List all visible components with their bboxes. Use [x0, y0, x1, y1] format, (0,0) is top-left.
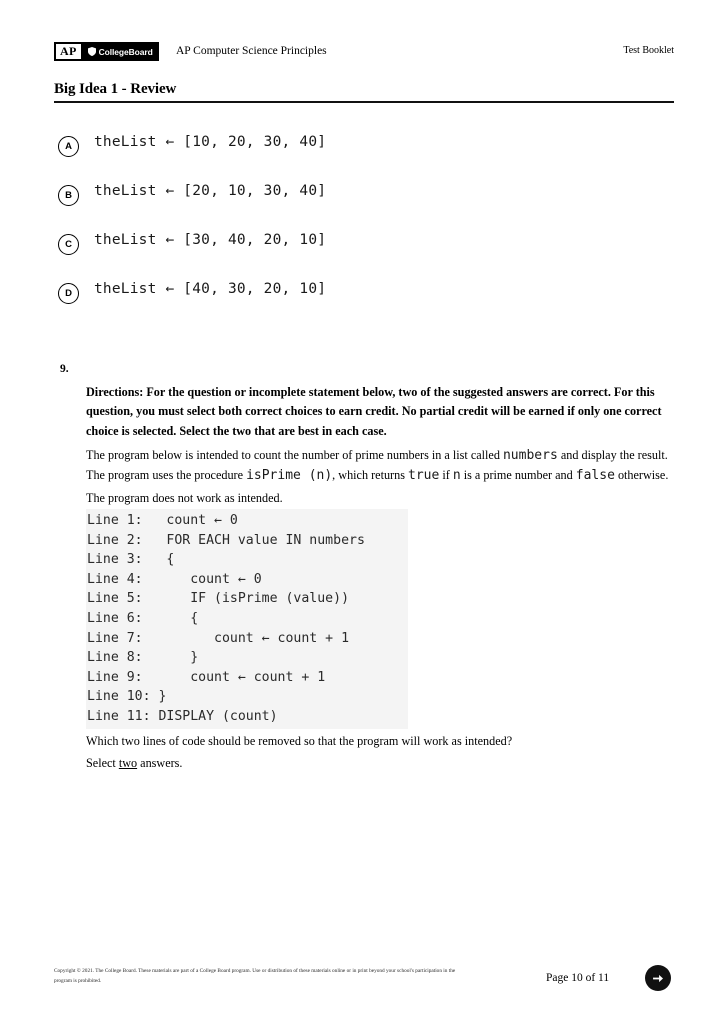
select-suffix: answers. — [137, 755, 183, 770]
code-line: Line 5: IF (isPrime (value)) — [87, 591, 350, 607]
code-line: Line 10: } — [87, 689, 167, 705]
option-bubble-d[interactable]: D — [58, 283, 79, 304]
page-title: Big Idea 1 - Review — [54, 81, 177, 97]
inline-code-isprime: isPrime (n) — [246, 467, 333, 483]
question-body: Directions: For the question or incomple… — [86, 383, 670, 773]
code-line: Line 7: count ← count + 1 — [87, 630, 350, 646]
code-line: Line 8: } — [87, 650, 199, 666]
next-page-button[interactable] — [645, 965, 671, 991]
answer-option-c[interactable]: C theList ← [30, 40, 20, 10] — [58, 229, 678, 278]
title-section: Big Idea 1 - Review — [54, 80, 674, 103]
prose-segment-6: otherwise. — [614, 467, 669, 482]
select-emphasis: two — [118, 755, 138, 770]
inline-code-false: false — [575, 467, 615, 483]
question-number: 9. — [60, 363, 69, 375]
collegeboard-wordmark: CollegeBoard — [87, 46, 153, 57]
copyright-notice: Copyright © 2021. The College Board. The… — [54, 968, 456, 984]
option-bubble-a[interactable]: A — [58, 136, 79, 157]
prose-segment-1: The program below is intended to count t… — [86, 448, 503, 463]
code-line: Line 9: count ← count + 1 — [87, 669, 326, 685]
prose-segment-3: , which returns — [332, 467, 408, 482]
inline-code-n: n — [452, 467, 461, 483]
code-line: Line 3: { — [87, 552, 175, 568]
code-line: Line 11: DISPLAY (count) — [87, 708, 278, 724]
option-text-a: theList ← [10, 20, 30, 40] — [94, 134, 327, 150]
title-divider — [54, 101, 674, 103]
option-text-b: theList ← [20, 10, 30, 40] — [94, 183, 327, 199]
booklet-label: Test Booklet — [623, 45, 674, 56]
select-prefix: Select — [86, 755, 119, 770]
inline-code-true: true — [408, 467, 440, 483]
question-directions: Directions: For the question or incomple… — [86, 385, 662, 438]
inline-code-numbers: numbers — [502, 448, 558, 464]
select-instruction: Select two answers. — [86, 754, 670, 773]
answer-options-list: A theList ← [10, 20, 30, 40] B theList ←… — [58, 131, 678, 327]
answer-option-d[interactable]: D theList ← [40, 30, 20, 10] — [58, 278, 678, 327]
option-bubble-b[interactable]: B — [58, 185, 79, 206]
option-text-c: theList ← [30, 40, 20, 10] — [94, 232, 327, 248]
code-line: Line 6: { — [87, 611, 199, 626]
collegeboard-logo: AP CollegeBoard — [54, 42, 159, 61]
answer-option-b[interactable]: B theList ← [20, 10, 30, 40] — [58, 180, 678, 229]
question-prose: The program below is intended to count t… — [86, 446, 670, 485]
page-indicator: Page 10 of 11 — [546, 972, 610, 984]
answer-option-a[interactable]: A theList ← [10, 20, 30, 40] — [58, 131, 678, 180]
question-prompt: Which two lines of code should be remove… — [86, 733, 513, 748]
code-block: Line 1: count ← 0 Line 2: FOR EACH value… — [86, 509, 408, 729]
program-status-note: The program does not work as intended. — [86, 491, 283, 506]
course-name: AP Computer Science Principles — [176, 45, 327, 57]
arrow-right-icon — [652, 974, 663, 982]
collegeboard-label: CollegeBoard — [98, 46, 153, 57]
ap-logo-text: AP — [56, 44, 81, 59]
document-page: AP CollegeBoard AP Computer Science Prin… — [0, 0, 724, 1024]
prose-segment-5: is a prime number and — [460, 467, 576, 482]
code-line: Line 4: count ← 0 — [87, 571, 262, 587]
option-text-d: theList ← [40, 30, 20, 10] — [94, 281, 327, 297]
shield-icon — [87, 47, 96, 56]
option-bubble-c[interactable]: C — [58, 234, 79, 255]
code-line: Line 2: FOR EACH value IN numbers — [87, 532, 365, 548]
code-line: Line 1: count ← 0 — [87, 513, 238, 529]
prose-segment-4: if — [439, 467, 453, 482]
page-header: AP CollegeBoard AP Computer Science Prin… — [54, 42, 674, 64]
